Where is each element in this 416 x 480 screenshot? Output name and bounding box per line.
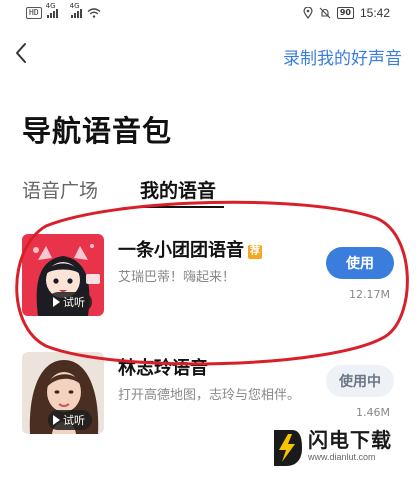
location-icon bbox=[303, 7, 313, 19]
preview-button[interactable]: 试听 bbox=[48, 292, 92, 312]
tab-my-voices[interactable]: 我的语音 bbox=[140, 176, 216, 203]
wifi-icon bbox=[87, 8, 101, 18]
preview-label: 试听 bbox=[63, 296, 85, 309]
active-tab-indicator bbox=[140, 206, 224, 208]
play-icon bbox=[53, 297, 60, 307]
play-icon bbox=[53, 415, 60, 425]
voice-pack-avatar: 试听 bbox=[22, 234, 104, 316]
back-button[interactable] bbox=[8, 40, 34, 66]
network-type-label: 4G bbox=[69, 2, 80, 10]
chevron-left-icon bbox=[16, 43, 26, 63]
voice-pack-size: 12.17M bbox=[349, 288, 390, 301]
mute-bell-icon bbox=[319, 7, 331, 19]
voice-pack-item[interactable]: 试听 一条小团团语音荐 艾瑞巴蒂！嗨起来！ 使用 12.17M bbox=[0, 230, 416, 330]
voice-pack-title: 林志玲语音 bbox=[118, 358, 208, 379]
preview-button[interactable]: 试听 bbox=[48, 410, 92, 430]
watermark: 闪电下载 www.dianlut.com bbox=[270, 422, 410, 474]
voice-pack-size: 1.46M bbox=[356, 406, 390, 419]
page-title: 导航语音包 bbox=[22, 114, 173, 148]
watermark-name: 闪电下载 bbox=[308, 428, 392, 452]
lightning-logo-icon bbox=[274, 430, 302, 466]
status-left: HD 4G 4G bbox=[26, 2, 101, 19]
record-voice-link[interactable]: 录制我的好声音 bbox=[283, 44, 402, 69]
voice-pack-name: 林志玲语音 bbox=[118, 354, 208, 380]
status-right: 90 15:42 bbox=[303, 6, 390, 20]
tab-voice-square[interactable]: 语音广场 bbox=[22, 176, 98, 203]
network-type-label: 4G bbox=[45, 2, 56, 10]
voice-pack-title: 一条小团团语音 bbox=[118, 240, 244, 261]
use-button[interactable]: 使用 bbox=[326, 247, 394, 279]
status-bar: HD 4G 4G 90 15:42 bbox=[0, 0, 416, 28]
voice-pack-description: 打开高德地图，志玲与您相伴。 bbox=[118, 388, 301, 403]
preview-label: 试听 bbox=[63, 414, 85, 427]
hd-indicator: HD bbox=[26, 7, 42, 19]
in-use-button[interactable]: 使用中 bbox=[326, 365, 394, 397]
battery-indicator: 90 bbox=[336, 7, 354, 19]
signal-icon: 4G bbox=[70, 2, 82, 18]
recommended-badge: 荐 bbox=[248, 245, 262, 259]
status-time: 15:42 bbox=[359, 6, 390, 20]
watermark-url: www.dianlut.com bbox=[308, 452, 376, 462]
voice-pack-description: 艾瑞巴蒂！嗨起来！ bbox=[118, 270, 236, 285]
voice-pack-avatar: 试听 bbox=[22, 352, 104, 434]
signal-icon: 4G bbox=[46, 2, 58, 18]
voice-pack-name: 一条小团团语音荐 bbox=[118, 236, 262, 262]
